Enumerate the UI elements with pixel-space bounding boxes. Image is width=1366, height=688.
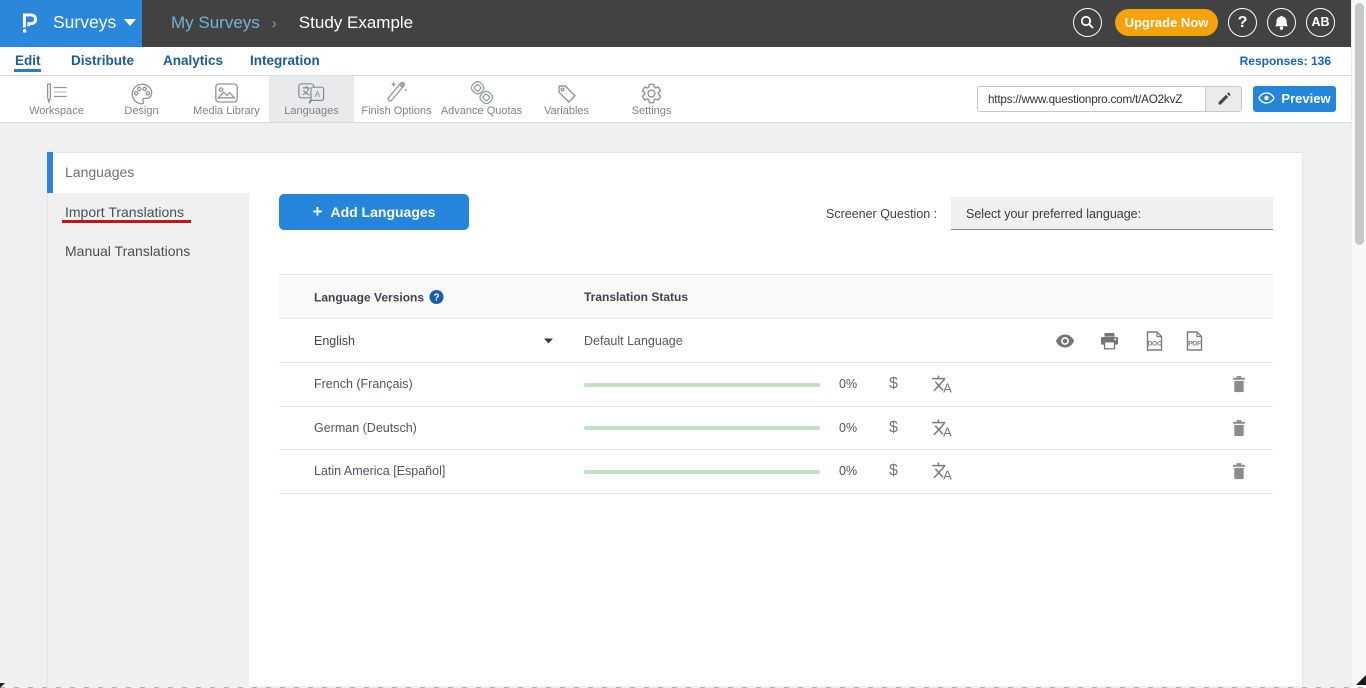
svg-text:DOC: DOC <box>1148 340 1162 347</box>
svg-text:A: A <box>943 468 952 481</box>
svg-text:?: ? <box>434 292 440 303</box>
svg-text:PDF: PDF <box>1188 340 1201 347</box>
svg-text:A: A <box>943 424 952 437</box>
svg-text:A: A <box>314 89 320 99</box>
svg-text:A: A <box>943 381 952 394</box>
